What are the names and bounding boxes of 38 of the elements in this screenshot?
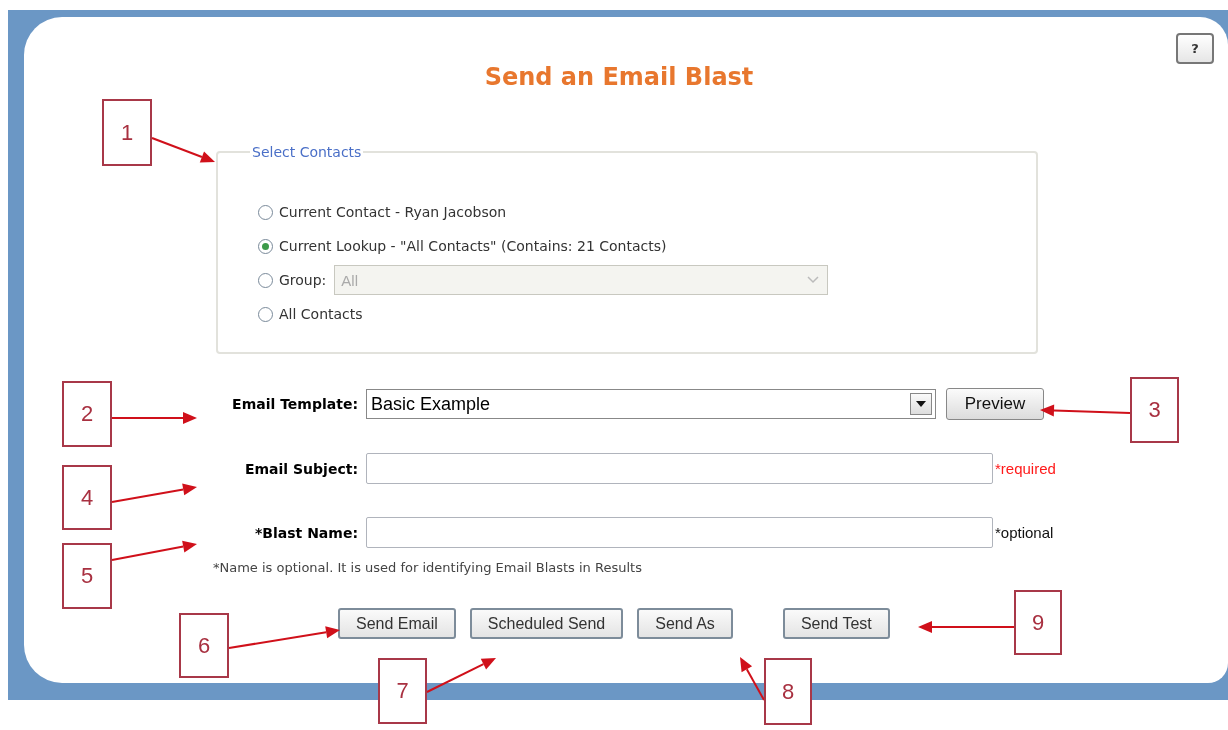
field-note: *optional <box>995 524 1054 541</box>
input-field[interactable] <box>366 453 993 484</box>
field-label: *Blast Name: <box>255 524 358 541</box>
radio-button[interactable] <box>258 204 273 220</box>
action-button[interactable]: Send Test <box>782 608 890 639</box>
callout-label: 9 <box>1014 590 1062 655</box>
preview-button[interactable]: Preview <box>946 388 1044 420</box>
option-label: Current Lookup - "All Contacts" (Contains: 21 Contacts) <box>279 238 667 254</box>
option-label: Group: <box>279 272 327 288</box>
page-title: Send an Email Blast <box>484 63 754 91</box>
option-label: Current Contact - Ryan Jacobson <box>279 204 507 220</box>
help-button[interactable]: ? <box>1176 33 1214 64</box>
radio-button[interactable] <box>258 272 273 288</box>
hint-text: *Name is optional. It is used for identifying Email Blasts in Results <box>213 560 643 575</box>
callout-label: 4 <box>62 465 112 530</box>
callout-label: 1 <box>102 99 152 166</box>
input-field[interactable] <box>366 517 993 548</box>
callout-arrow <box>151 137 215 163</box>
field-note: *required <box>995 460 1056 477</box>
callout-arrow <box>740 657 765 701</box>
callout-label: 6 <box>179 613 229 678</box>
field-label: Email Template: <box>232 396 358 412</box>
callout-label: 3 <box>1130 377 1179 443</box>
chevron-icon <box>807 276 820 284</box>
template-dropdown[interactable]: Basic Example <box>366 389 936 419</box>
callout-arrow <box>426 658 496 693</box>
action-button[interactable]: Send As <box>637 608 733 639</box>
action-button[interactable]: Send Email <box>338 608 456 639</box>
callout-label: 5 <box>62 543 112 609</box>
field-label: Email Subject: <box>244 460 358 477</box>
radio-button[interactable] <box>258 306 273 322</box>
callout-label: 7 <box>378 658 427 724</box>
action-button[interactable]: Scheduled Send <box>469 608 624 639</box>
option-label: All Contacts <box>279 306 363 322</box>
panel-legend: Select Contacts <box>250 144 364 160</box>
radio-button[interactable] <box>258 238 273 254</box>
callout-label: 2 <box>62 381 112 447</box>
callout-label: 8 <box>764 658 812 725</box>
